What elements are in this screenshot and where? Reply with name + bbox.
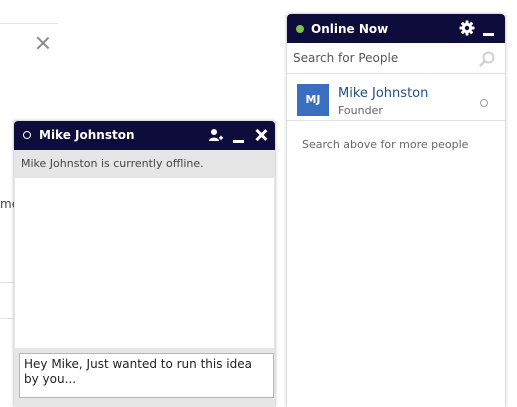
online-status-icon — [296, 25, 304, 33]
chat-header[interactable]: Mike Johnston — [14, 121, 275, 150]
person-role: Founder — [338, 104, 383, 117]
message-input[interactable]: Hey Mike, Just wanted to run this idea b… — [19, 353, 274, 398]
online-now-panel: Online Now MJ Mike J — [287, 14, 505, 407]
background-divider — [0, 23, 58, 24]
person-list-item[interactable]: MJ Mike Johnston Founder — [287, 74, 505, 121]
minimize-icon[interactable] — [230, 121, 248, 150]
person-name[interactable]: Mike Johnston — [338, 86, 428, 101]
search-row — [287, 43, 505, 74]
avatar: MJ — [297, 84, 329, 116]
chat-window: Mike Johnston Mike Johnston is currently… — [14, 121, 275, 407]
offline-status-icon — [23, 131, 31, 139]
close-icon[interactable] — [252, 121, 270, 150]
minimize-icon[interactable] — [481, 14, 497, 43]
add-person-icon[interactable] — [207, 121, 225, 150]
search-input[interactable] — [287, 43, 473, 73]
background-divider — [0, 282, 14, 283]
search-icon[interactable] — [479, 51, 495, 67]
gear-icon[interactable] — [459, 20, 475, 36]
chat-title: Mike Johnston — [39, 128, 135, 142]
background-divider — [0, 318, 14, 319]
online-header[interactable]: Online Now — [287, 14, 505, 43]
background-close-icon[interactable] — [36, 36, 50, 50]
offline-notice: Mike Johnston is currently offline. — [14, 150, 275, 177]
online-title: Online Now — [311, 22, 389, 36]
message-area[interactable] — [15, 178, 274, 348]
presence-status-icon — [480, 99, 488, 107]
search-hint: Search above for more people — [302, 138, 469, 151]
